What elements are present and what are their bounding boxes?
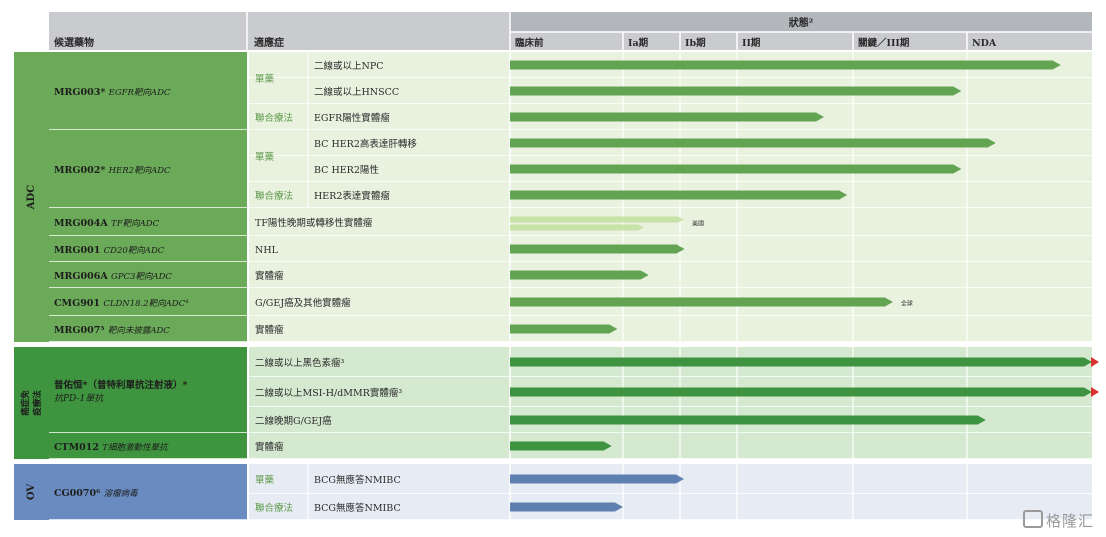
candidate-target: HER2靶向ADC [108, 165, 171, 176]
phase-header-1: Ia期 [628, 37, 648, 49]
candidate-target: GPC3靶向ADC [111, 271, 172, 282]
treatment-type-label: 單藥 [255, 474, 275, 486]
candidate-name: 普佑恒*（普特利單抗注射液）* [54, 379, 187, 391]
indication-text: EGFR陽性實體瘤 [314, 112, 390, 124]
candidate-target: CLDN18.2靶向ADC⁴ [103, 298, 189, 309]
candidate-name: MRG004A [54, 218, 111, 229]
group-label-ov: OV [26, 484, 37, 501]
indication-text: BCG無應答NMIBC [314, 474, 401, 486]
candidate-label: MRG006A GPC3靶向ADC [54, 271, 172, 282]
candidate-name: MRG006A [54, 271, 111, 282]
pipeline-chart: 候選藥物 適應症 狀態² 臨床前 Ia期 Ib期 II期 關鍵／III期 NDA 二線或以上NPC… [14, 12, 1099, 521]
row-bg [249, 316, 1092, 342]
treatment-type-label: 聯合療法 [255, 502, 293, 514]
phase-header-5: NDA [972, 38, 997, 49]
treatment-type-label: 聯合療法 [255, 190, 293, 202]
phase-bar [510, 474, 684, 484]
candidate-column-header: 候選藥物 [54, 36, 94, 49]
watermark: 格隆汇 [1022, 510, 1094, 531]
candidate-name: MRG007⁵ [54, 325, 108, 336]
phase-bar [510, 138, 996, 148]
phase-bar [510, 297, 893, 307]
phase-bar [510, 190, 848, 200]
phase-bar [510, 244, 685, 254]
indication-text: 二線或以上NPC [314, 60, 383, 72]
candidate-label: MRG004A TF靶向ADC [54, 218, 160, 229]
phase-header-4: 關鍵／III期 [858, 37, 909, 49]
indication-text: BC HER2高表達肝轉移 [314, 138, 417, 150]
candidate-target: 靶向未披露ADC [108, 325, 170, 336]
status-column-header: 狀態² [789, 16, 813, 29]
indication-text: NHL [255, 245, 279, 256]
candidate-label: MRG002* HER2靶向ADC [54, 165, 171, 176]
indication-text: BC HER2陽性 [314, 164, 379, 176]
phase-bar [510, 224, 644, 231]
watermark-logo-icon [1022, 510, 1043, 528]
candidate-target: TF靶向ADC [111, 218, 160, 229]
candidate-target: T細胞激動性單抗 [102, 442, 169, 453]
candidate-name: MRG003* [54, 87, 109, 98]
phase-header-2: Ib期 [685, 37, 706, 49]
candidate-name: MRG002* [54, 165, 109, 176]
phase-bar [510, 60, 1061, 70]
candidate-name: CMG901 [54, 298, 103, 309]
indication-text: 實體瘤 [255, 441, 284, 453]
continue-arrow-icon [1091, 387, 1099, 397]
indication-column-header: 適應症 [254, 36, 284, 49]
candidate-label: CMG901 CLDN18.2靶向ADC⁴ [54, 298, 189, 309]
continue-arrow-icon [1091, 357, 1099, 367]
treatment-type-label: 聯合療法 [255, 112, 293, 124]
group-label-io: 癌症免 [20, 390, 31, 416]
phase-bar [510, 270, 649, 280]
indication-text: HER2表達實體瘤 [314, 190, 390, 202]
indication-text: TF陽性晚期或轉移性實體瘤 [255, 217, 373, 229]
candidate-target: CD20靶向ADC [104, 245, 165, 256]
phase-bar [510, 357, 1092, 367]
candidate-label: CTM012 T細胞激動性單抗 [54, 442, 169, 453]
phase-header-3: II期 [742, 37, 760, 49]
phase-bar [510, 502, 623, 512]
indication-text: G/GEJ癌及其他實體瘤 [255, 297, 351, 309]
indication-text: 二線晚期G/GEJ癌 [255, 415, 332, 427]
candidate-name: CTM012 [54, 442, 102, 453]
treatment-type-label: 單藥 [255, 73, 275, 85]
indication-text: 實體瘤 [255, 270, 284, 282]
indication-text: 二線或以上HNSCC [314, 86, 399, 98]
candidate-label: MRG007⁵ 靶向未披露ADC [54, 325, 170, 336]
indication-text: 二線或以上黑色素瘤³ [255, 357, 345, 369]
phase-bar [510, 164, 962, 174]
group-band-io [14, 347, 49, 459]
phase-bar [510, 86, 962, 96]
phase-bar [510, 216, 684, 223]
phase-header-0: 臨床前 [515, 37, 544, 49]
phase-bar [510, 415, 986, 425]
candidate-target: 溶瘤病毒 [104, 488, 140, 499]
row-bg [249, 433, 1092, 459]
candidate-label: CG0070⁶ 溶瘤病毒 [54, 488, 139, 499]
phase-bar [510, 324, 618, 334]
candidate-name: CG0070⁶ [54, 488, 104, 499]
row-bg [249, 262, 1092, 288]
phase-bar [510, 441, 612, 451]
indication-text: 實體瘤 [255, 324, 284, 336]
candidate-label: MRG003* EGFR靶向ADC [54, 87, 171, 98]
treatment-type-label: 單藥 [255, 151, 275, 163]
region-label: 美國 [692, 220, 704, 228]
group-label-io-2: 疫療法 [32, 390, 43, 416]
candidate-target: EGFR靶向ADC [108, 87, 171, 98]
region-label: 全球 [901, 300, 913, 308]
candidate-name: MRG001 [54, 245, 104, 256]
indication-text: BCG無應答NMIBC [314, 502, 401, 514]
candidate-label: MRG001 CD20靶向ADC [54, 245, 165, 256]
candidate-target: 抗PD-1單抗 [54, 393, 105, 404]
phase-bar [510, 112, 824, 122]
indication-text: 二線或以上MSI-H/dMMR實體瘤³ [255, 387, 402, 399]
phase-bar [510, 387, 1092, 397]
group-label-adc: ADC [26, 185, 37, 210]
